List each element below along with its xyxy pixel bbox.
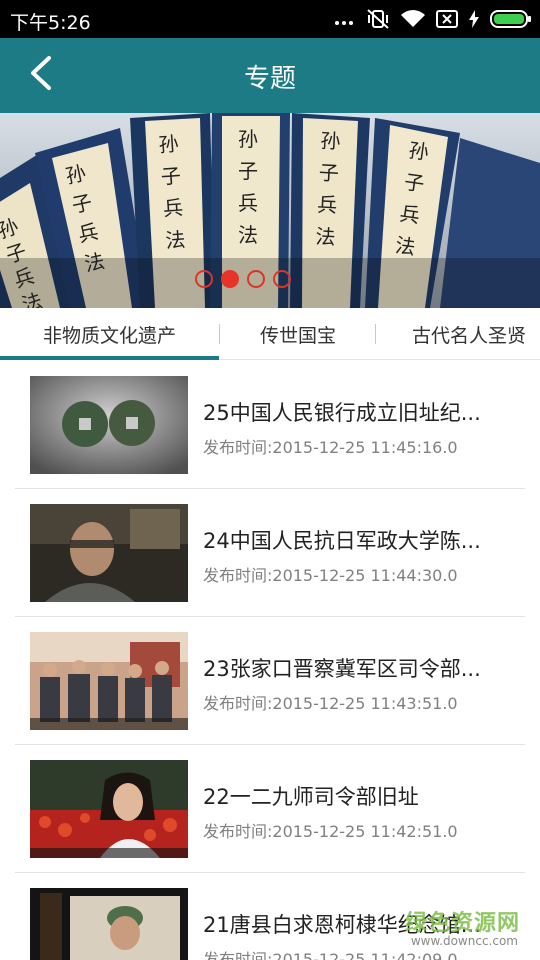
- thumbnail: [30, 888, 188, 960]
- carousel-dot-active[interactable]: [221, 270, 239, 288]
- item-date: 发布时间:2015-12-25 11:42:51.0: [203, 822, 458, 841]
- book-cover-text: 孙子兵法: [238, 127, 258, 247]
- thumbnail: [30, 504, 188, 602]
- tab-label: 非物质文化遗产: [42, 324, 176, 347]
- interview-man-image: [30, 504, 188, 602]
- carousel-dot[interactable]: [247, 270, 265, 288]
- active-tab-indicator: [0, 356, 219, 360]
- item-title: 24中国人民抗日军政大学陈...: [203, 529, 481, 553]
- page-title: 专题: [243, 64, 296, 94]
- item-title: 23张家口晋察冀军区司令部...: [203, 657, 481, 681]
- woman-flowers-image: [30, 760, 188, 858]
- category-tabs: 非物质文化遗产 传世国宝 古代名人圣贤: [0, 308, 540, 360]
- status-time: 下午5:26: [10, 12, 91, 34]
- portrait-exhibit-image: [30, 888, 188, 960]
- battery-icon: [490, 9, 532, 29]
- list-item[interactable]: 23张家口晋察冀军区司令部... 发布时间:2015-12-25 11:43:5…: [0, 617, 540, 745]
- carousel-dot[interactable]: [195, 270, 213, 288]
- banner-carousel[interactable]: 孙子兵法 孙子兵法 孙子兵法 孙子兵法 孙子兵法 孙子兵法: [0, 113, 540, 308]
- visitors-group-image: [30, 632, 188, 730]
- item-title: 22一二九师司令部旧址: [203, 785, 419, 809]
- coins-image: [30, 376, 188, 474]
- status-bar: 下午5:26: [0, 0, 540, 38]
- item-date: 发布时间:2015-12-25 11:44:30.0: [203, 566, 458, 585]
- list-item[interactable]: 25中国人民银行成立旧址纪... 发布时间:2015-12-25 11:45:1…: [0, 361, 540, 489]
- item-date: 发布时间:2015-12-25 11:43:51.0: [203, 694, 458, 713]
- sim-off-icon: [436, 9, 458, 29]
- tab-ancient-sages[interactable]: 古代名人圣贤: [378, 308, 540, 360]
- charging-icon: [468, 9, 480, 29]
- list-item[interactable]: 22一二九师司令部旧址 发布时间:2015-12-25 11:42:51.0: [0, 745, 540, 873]
- list-item[interactable]: 24中国人民抗日军政大学陈... 发布时间:2015-12-25 11:44:3…: [0, 489, 540, 617]
- thumbnail: [30, 376, 188, 474]
- watermark-url: www.downcc.com: [410, 934, 518, 948]
- carousel-dots: [0, 270, 513, 288]
- item-title: 25中国人民银行成立旧址纪...: [203, 401, 481, 425]
- watermark: 绿色资源网 www.downcc.com: [380, 905, 520, 955]
- thumbnail: [30, 760, 188, 858]
- watermark-text: 绿色资源网: [404, 911, 520, 936]
- thumbnail: [30, 632, 188, 730]
- tab-label: 古代名人圣贤: [412, 324, 527, 347]
- status-icons: [334, 7, 532, 31]
- tab-label: 传世国宝: [259, 324, 336, 347]
- tab-national-treasures[interactable]: 传世国宝: [220, 308, 376, 360]
- signal-dots-icon: [334, 9, 356, 29]
- app-header: 专题: [0, 38, 540, 113]
- vibrate-mute-icon: [366, 8, 390, 30]
- carousel-dot[interactable]: [273, 270, 291, 288]
- item-date: 发布时间:2015-12-25 11:45:16.0: [203, 438, 458, 457]
- tab-divider: [375, 324, 376, 344]
- wifi-icon: [400, 9, 426, 29]
- tab-intangible-heritage[interactable]: 非物质文化遗产: [0, 308, 219, 360]
